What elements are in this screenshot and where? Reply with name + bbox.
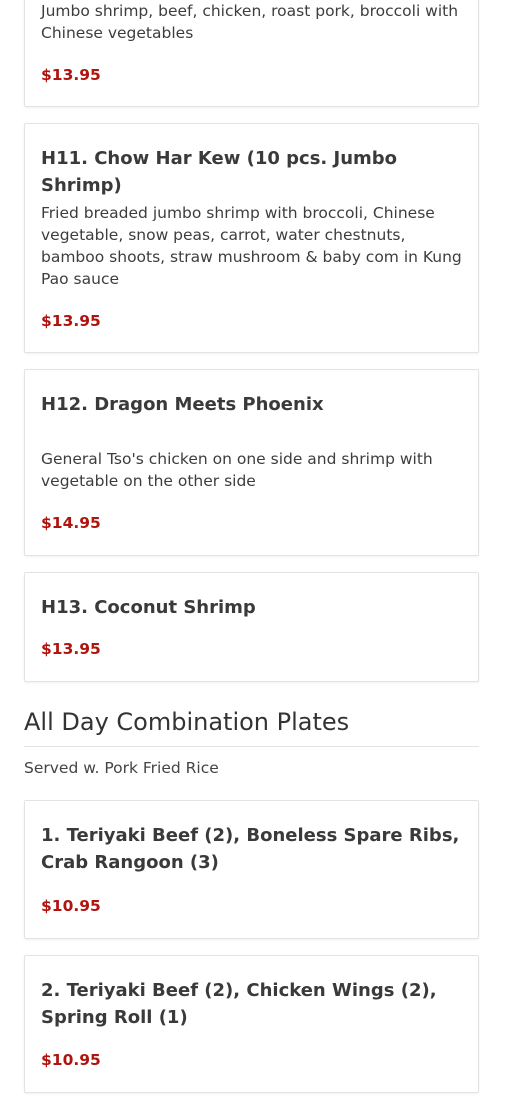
menu-item-card[interactable]: 2. Teriyaki Beef (2), Chicken Wings (2),…: [24, 955, 479, 1093]
item-title: 2. Teriyaki Beef (2), Chicken Wings (2),…: [41, 980, 437, 1028]
menu-item-card[interactable]: Jumbo shrimp, beef, chicken, roast pork,…: [24, 0, 479, 107]
menu-page: Jumbo shrimp, beef, chicken, roast pork,…: [0, 0, 510, 1107]
section-title: All Day Combination Plates: [24, 708, 350, 736]
item-price: $14.95: [41, 514, 101, 532]
item-price: $10.95: [41, 1051, 101, 1069]
item-title: H13. Coconut Shrimp: [41, 597, 256, 618]
menu-item-card[interactable]: H12. Dragon Meets Phoenix General Tso's …: [24, 369, 479, 556]
menu-item-card[interactable]: H11. Chow Har Kew (10 pcs. Jumbo Shrimp)…: [24, 123, 479, 353]
item-description: General Tso's chicken on one side and sh…: [41, 450, 433, 490]
item-title: H12. Dragon Meets Phoenix: [41, 394, 324, 415]
item-price: $13.95: [41, 640, 101, 658]
item-title: H11. Chow Har Kew (10 pcs. Jumbo Shrimp): [41, 148, 398, 196]
item-price: $13.95: [41, 66, 101, 84]
item-price: $10.95: [41, 897, 101, 915]
menu-item-card[interactable]: H13. Coconut Shrimp $13.95: [24, 572, 479, 682]
item-title: 1. Teriyaki Beef (2), Boneless Spare Rib…: [41, 825, 460, 873]
item-description: Fried breaded jumbo shrimp with broccoli…: [41, 204, 462, 288]
section-subtitle: Served w. Pork Fried Rice: [24, 759, 219, 777]
item-price: $13.95: [41, 312, 101, 330]
menu-item-card[interactable]: 1. Teriyaki Beef (2), Boneless Spare Rib…: [24, 800, 479, 939]
item-description: Jumbo shrimp, beef, chicken, roast pork,…: [41, 2, 459, 42]
section-divider: [24, 746, 479, 747]
